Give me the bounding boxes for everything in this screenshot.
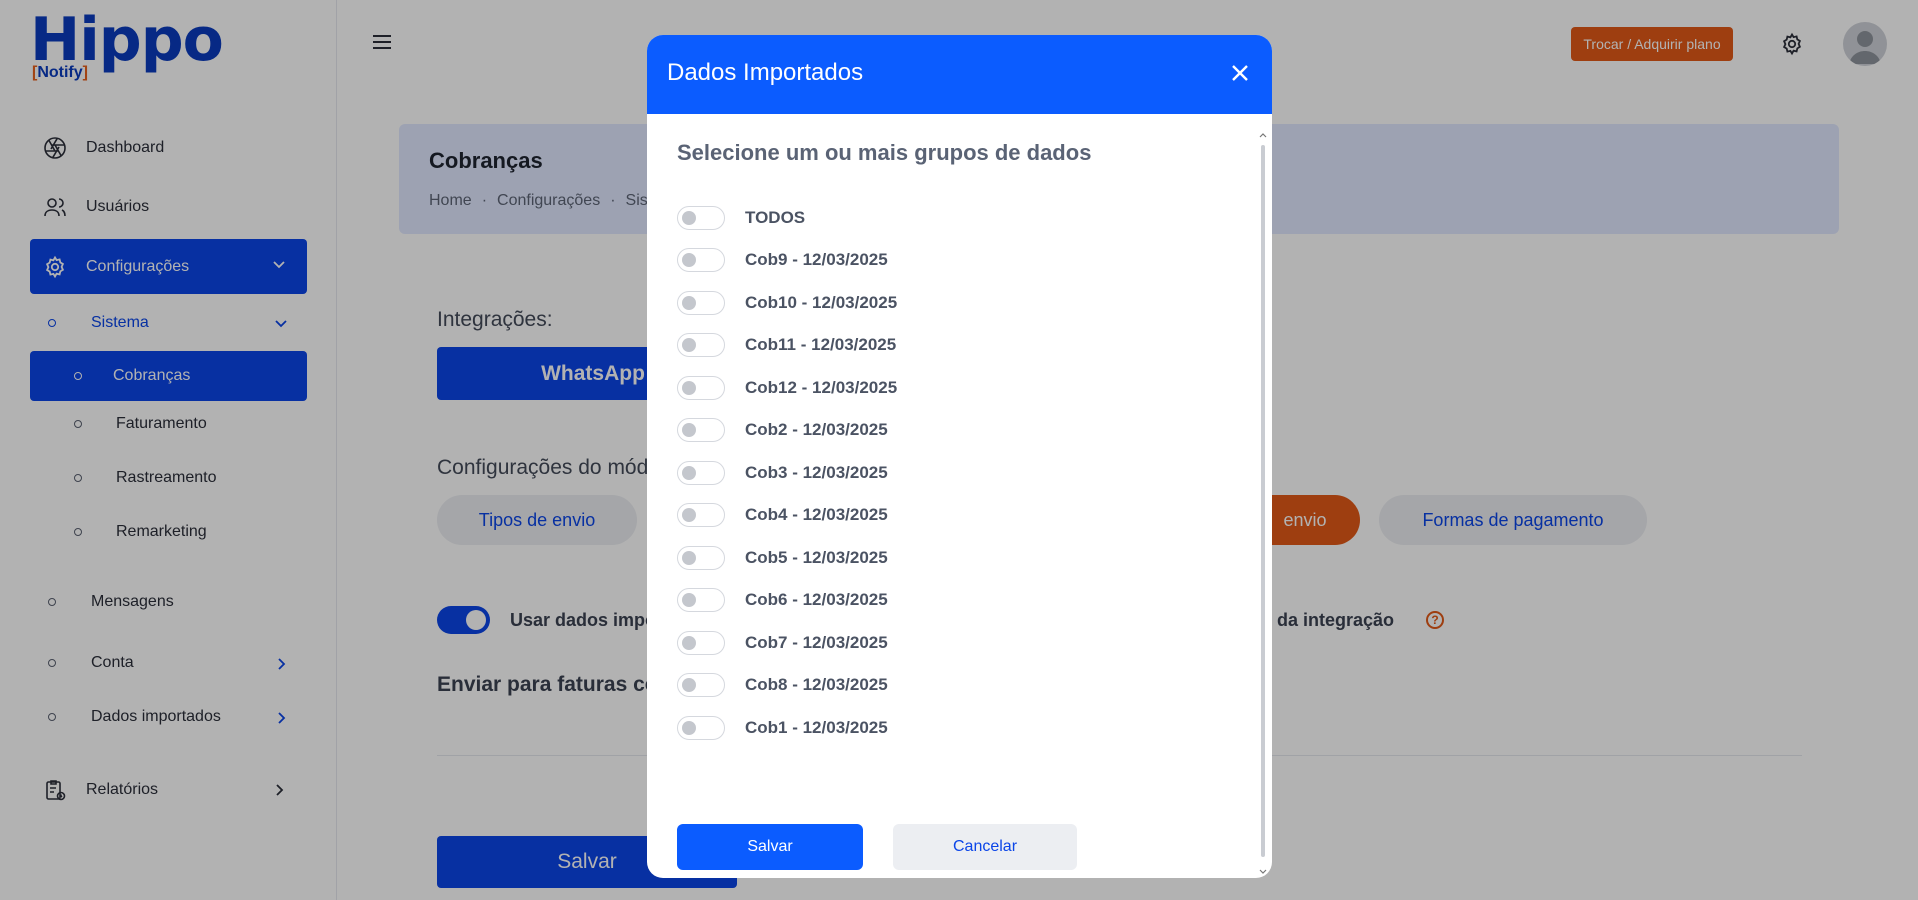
toggle-switch[interactable] xyxy=(677,503,725,527)
toggle-switch[interactable] xyxy=(677,588,725,612)
cancel-button[interactable]: Cancelar xyxy=(893,824,1077,870)
option-cob4[interactable]: Cob4 - 12/03/2025 xyxy=(677,502,888,528)
option-label: Cob2 - 12/03/2025 xyxy=(745,420,888,439)
toggle-switch[interactable] xyxy=(677,418,725,442)
option-cob12[interactable]: Cob12 - 12/03/2025 xyxy=(677,375,897,401)
option-cob7[interactable]: Cob7 - 12/03/2025 xyxy=(677,630,888,656)
option-cob10[interactable]: Cob10 - 12/03/2025 xyxy=(677,290,897,316)
toggle-switch[interactable] xyxy=(677,716,725,740)
modal-scrollbar[interactable] xyxy=(1259,131,1267,876)
option-label: Cob5 - 12/03/2025 xyxy=(745,548,888,567)
option-label: Cob11 - 12/03/2025 xyxy=(745,335,897,354)
option-todos[interactable]: TODOS xyxy=(677,205,805,231)
scroll-thumb[interactable] xyxy=(1261,145,1265,857)
option-label: Cob1 - 12/03/2025 xyxy=(745,718,888,737)
toggle-switch[interactable] xyxy=(677,291,725,315)
option-label: Cob7 - 12/03/2025 xyxy=(745,633,888,652)
option-label: Cob12 - 12/03/2025 xyxy=(745,378,898,397)
option-label: TODOS xyxy=(745,208,806,227)
toggle-switch[interactable] xyxy=(677,546,725,570)
option-cob1[interactable]: Cob1 - 12/03/2025 xyxy=(677,715,888,741)
option-cob11[interactable]: Cob11 - 12/03/2025 xyxy=(677,332,896,358)
toggle-switch[interactable] xyxy=(677,333,725,357)
option-cob6[interactable]: Cob6 - 12/03/2025 xyxy=(677,587,888,613)
option-label: Cob9 - 12/03/2025 xyxy=(745,250,888,269)
save-button[interactable]: Salvar xyxy=(677,824,863,870)
dados-importados-modal: Dados Importados Selecione um ou mais gr… xyxy=(647,35,1272,878)
modal-subtitle: Selecione um ou mais grupos de dados xyxy=(677,140,1092,165)
option-cob2[interactable]: Cob2 - 12/03/2025 xyxy=(677,417,888,443)
scroll-up-arrow-icon[interactable] xyxy=(1259,131,1267,139)
option-cob9[interactable]: Cob9 - 12/03/2025 xyxy=(677,247,888,273)
option-cob8[interactable]: Cob8 - 12/03/2025 xyxy=(677,672,888,698)
toggle-switch[interactable] xyxy=(677,631,725,655)
option-label: Cob8 - 12/03/2025 xyxy=(745,675,888,694)
scroll-down-arrow-icon[interactable] xyxy=(1259,868,1267,876)
option-label: Cob6 - 12/03/2025 xyxy=(745,590,888,609)
modal-header: Dados Importados xyxy=(647,35,1272,114)
toggle-switch[interactable] xyxy=(677,376,725,400)
toggle-switch[interactable] xyxy=(677,673,725,697)
toggle-switch[interactable] xyxy=(677,206,725,230)
option-label: Cob3 - 12/03/2025 xyxy=(745,463,888,482)
close-icon[interactable] xyxy=(1228,61,1252,85)
toggle-switch[interactable] xyxy=(677,461,725,485)
option-label: Cob4 - 12/03/2025 xyxy=(745,505,888,524)
option-cob5[interactable]: Cob5 - 12/03/2025 xyxy=(677,545,888,571)
option-label: Cob10 - 12/03/2025 xyxy=(745,293,898,312)
option-cob3[interactable]: Cob3 - 12/03/2025 xyxy=(677,460,888,486)
modal-title: Dados Importados xyxy=(667,59,864,86)
toggle-switch[interactable] xyxy=(677,248,725,272)
